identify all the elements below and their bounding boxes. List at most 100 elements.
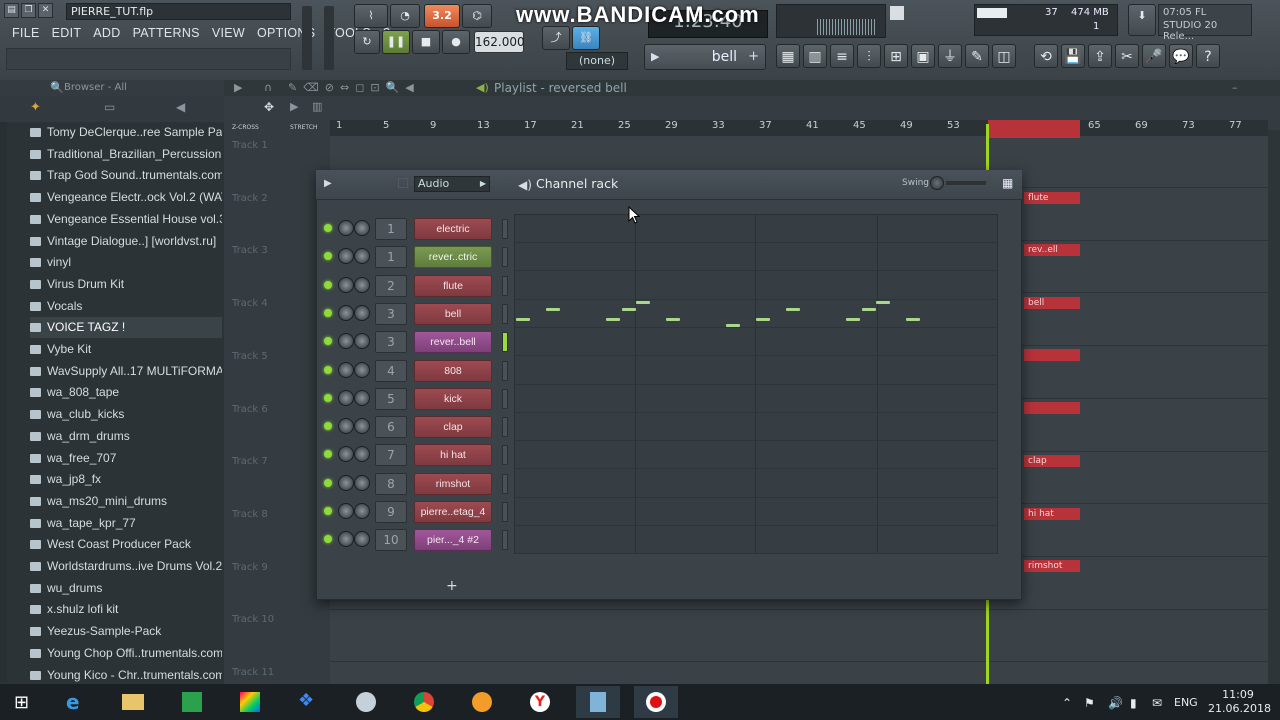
menu-view[interactable]: VIEW [206, 24, 251, 42]
channel-name-button[interactable]: electric [414, 218, 492, 240]
channel-select-indicator[interactable] [502, 473, 508, 494]
menu-patterns[interactable]: PATTERNS [127, 24, 206, 42]
note[interactable] [546, 308, 560, 311]
pattern-song-button[interactable]: 3.2 [424, 4, 460, 28]
chrome-icon[interactable] [402, 686, 446, 718]
save-icon[interactable]: 💾 [1061, 44, 1085, 68]
channel-led[interactable] [324, 224, 332, 232]
tempo-display[interactable]: 162.000 [474, 31, 525, 53]
browser-item[interactable]: Worldstardrums..ive Drums Vol.2 [30, 556, 222, 577]
track-row[interactable] [330, 610, 1268, 663]
browser-scrollbar[interactable] [0, 122, 7, 682]
mic-icon[interactable]: 🎤 [1142, 44, 1166, 68]
mixer-icon[interactable]: ⫶ [857, 44, 881, 68]
track-label[interactable]: Track 5 [232, 351, 268, 362]
link-icon[interactable]: ⛓ [572, 26, 600, 50]
channel-row[interactable]: 6 clap [320, 414, 500, 440]
volume-knob[interactable] [354, 503, 370, 519]
piano-roll-icon[interactable]: ▥ [803, 44, 827, 68]
channel-led[interactable] [324, 422, 332, 431]
mixer-track-number[interactable]: 3 [375, 331, 407, 354]
mixer-track-number[interactable]: 1 [375, 246, 407, 269]
playlist-ruler[interactable]: 1591317212529333741454953576165697377 [330, 120, 1268, 136]
browser-item[interactable]: Vintage Dialogue..] [worldvst.ru] [30, 231, 222, 252]
ie-icon[interactable]: e [54, 686, 98, 718]
loop-region[interactable] [988, 120, 1080, 138]
playlist-clip[interactable] [1024, 402, 1080, 414]
browser-icon[interactable]: ≡ [830, 44, 854, 68]
channel-led[interactable] [324, 365, 332, 374]
channel-led[interactable] [324, 337, 332, 346]
pan-knob[interactable] [338, 304, 354, 321]
mixer-track-number[interactable]: 3 [375, 302, 407, 325]
channel-select-indicator[interactable] [502, 417, 508, 438]
channel-select-indicator[interactable] [502, 530, 508, 551]
volume-knob[interactable] [354, 361, 370, 378]
pan-knob[interactable] [338, 503, 354, 519]
mixer-track-number[interactable]: 8 [375, 472, 407, 495]
browser-item[interactable]: wa_jp8_fx [30, 469, 222, 490]
playlist-arrow-icon[interactable]: ▶ [234, 80, 242, 96]
track-label[interactable]: Track 10 [232, 614, 274, 625]
pan-knob[interactable] [338, 276, 354, 293]
stretch-label[interactable]: STRETCH [290, 124, 317, 131]
channel-select-indicator[interactable] [502, 360, 508, 381]
cut-icon[interactable]: ✂ [1115, 44, 1139, 68]
browser-item[interactable]: x.shulz lofi kit [30, 599, 222, 620]
browser-item[interactable]: Vocals [30, 296, 222, 317]
channel-row[interactable]: 1 electric [320, 216, 500, 242]
chat-icon[interactable]: 💬 [1169, 44, 1193, 68]
playlist-scrollbar[interactable] [1268, 130, 1280, 684]
track-label[interactable]: Track 11 [232, 667, 274, 678]
note[interactable] [756, 318, 770, 321]
channel-select-indicator[interactable] [502, 388, 508, 409]
browser-item[interactable]: Young Kico - Chr..trumentals.com) [30, 665, 222, 686]
mixer-track-number[interactable]: 1 [375, 218, 407, 240]
pan-knob[interactable] [338, 333, 354, 350]
channel-led[interactable] [324, 252, 332, 261]
mixer-track-number[interactable]: 5 [375, 387, 407, 410]
wait-input-button[interactable]: ◔ [390, 4, 420, 28]
channel-select-indicator[interactable] [502, 247, 508, 268]
yandex-icon[interactable]: Y [518, 686, 562, 718]
volume-knob[interactable] [354, 418, 370, 435]
magnet-icon[interactable]: ∩ [264, 80, 272, 96]
settings-app-icon[interactable] [460, 686, 504, 718]
volume-knob[interactable] [354, 248, 370, 265]
piano-roll-preview[interactable] [514, 214, 998, 555]
browser-item[interactable]: Vengeance Essential House vol.3 [30, 209, 222, 230]
note[interactable] [622, 308, 636, 311]
panel-toggle-icon[interactable] [890, 6, 904, 20]
rack-checkbox[interactable] [398, 178, 408, 188]
browser-item[interactable]: wa_free_707 [30, 448, 222, 469]
channel-row[interactable]: 5 kick [320, 386, 500, 412]
channel-led[interactable] [324, 478, 332, 487]
channel-row[interactable]: 10 pier..._4 #2 [320, 527, 500, 553]
note[interactable] [862, 308, 876, 311]
menu-icon[interactable]: ▤ [4, 3, 19, 18]
fl-studio-icon[interactable] [576, 686, 620, 718]
channel-select-indicator[interactable] [502, 303, 508, 324]
channel-select-indicator[interactable] [502, 332, 508, 353]
channel-led[interactable] [324, 450, 332, 459]
note[interactable] [906, 318, 920, 321]
master-volume-slider[interactable] [302, 6, 312, 70]
volume-knob[interactable] [354, 220, 370, 236]
volume-knob[interactable] [354, 333, 370, 350]
help-icon[interactable]: ? [1196, 44, 1220, 68]
photos-icon[interactable] [228, 686, 272, 718]
channel-name-button[interactable]: hi hat [414, 444, 492, 467]
volume-knob[interactable] [354, 304, 370, 321]
swing-knob[interactable] [930, 176, 944, 190]
mixer-track-number[interactable]: 4 [375, 359, 407, 382]
volume-icon[interactable]: 🔊 [1108, 696, 1123, 710]
channel-row[interactable]: 1 rever..ctric [320, 244, 500, 270]
playlist-clip[interactable]: rev..ell [1024, 244, 1080, 256]
channel-name-button[interactable]: kick [414, 387, 492, 410]
tray-arrow-icon[interactable]: ⌃ [1062, 696, 1072, 710]
track-label[interactable]: Track 6 [232, 404, 268, 415]
prev-arrow-icon[interactable]: ▶ [651, 50, 659, 63]
browser-item[interactable]: wu_drums [30, 578, 222, 599]
jog-icon[interactable]: ✥ [264, 100, 274, 114]
zcross-label[interactable]: Z-CROSS [232, 124, 259, 131]
